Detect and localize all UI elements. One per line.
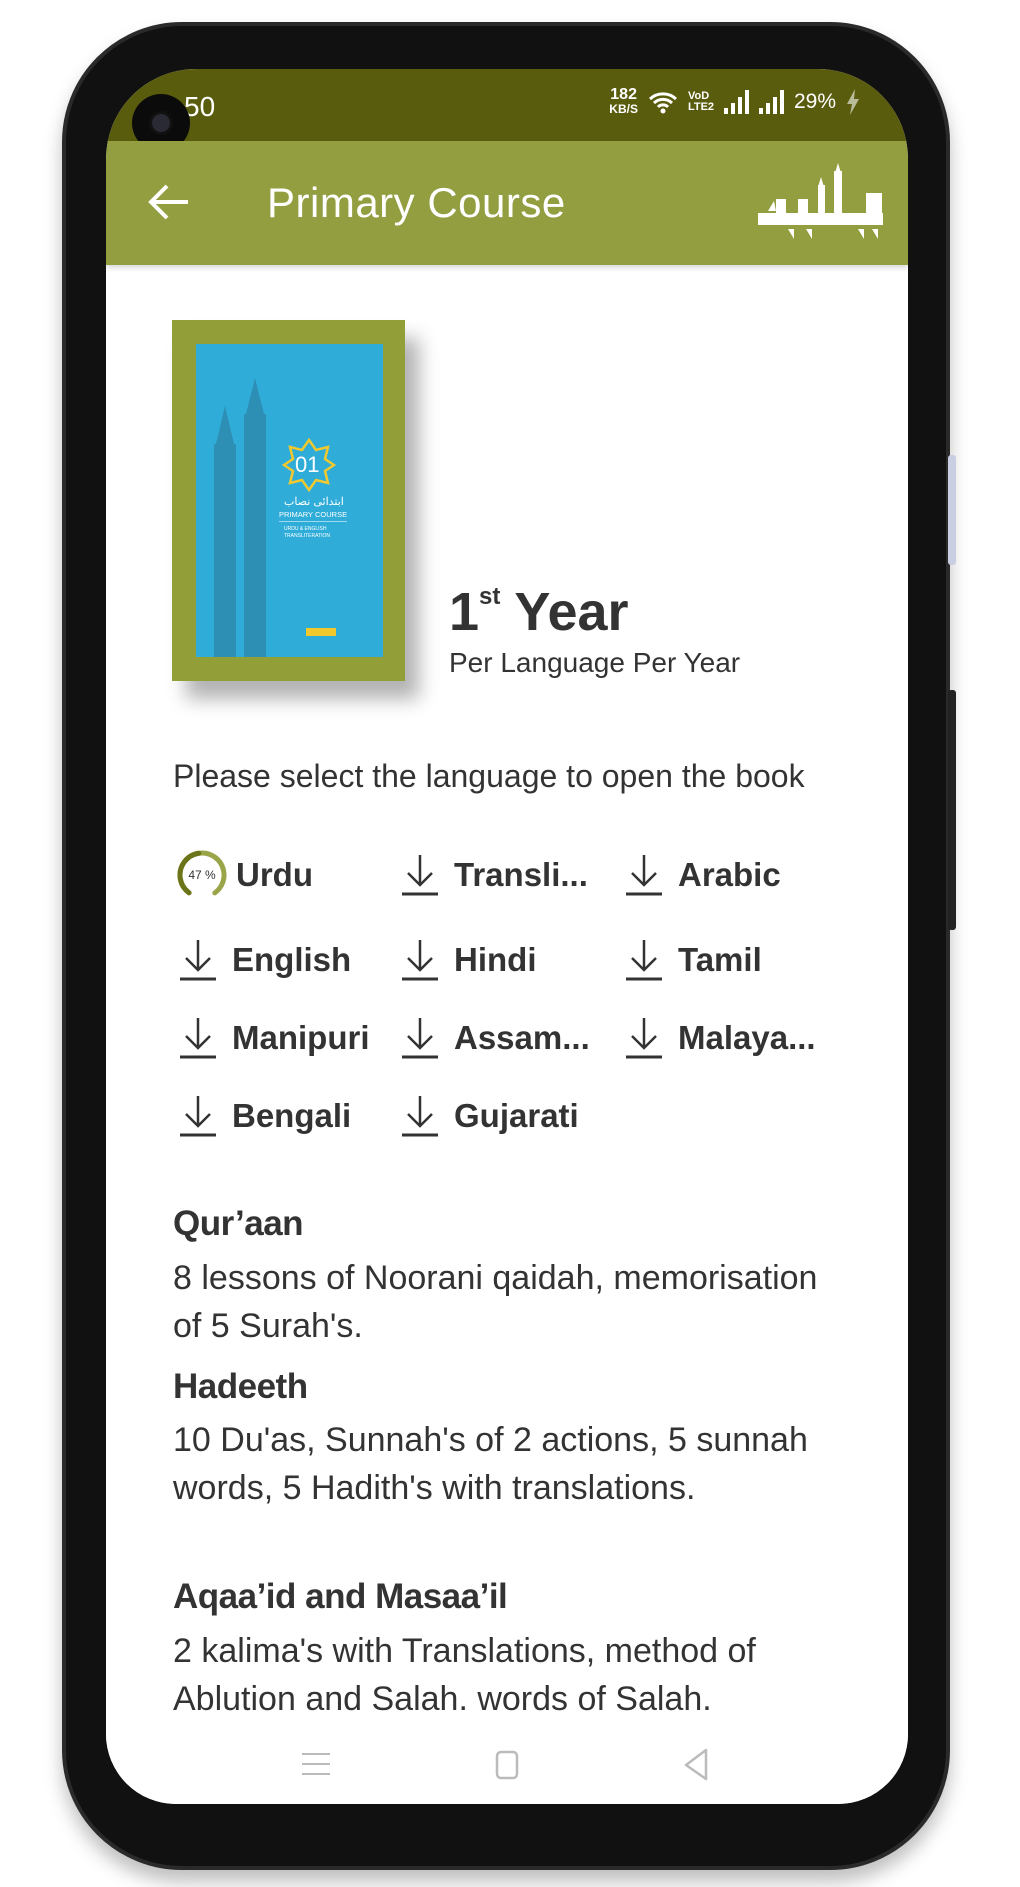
book-cover-art: 01 ابتدائی نصاب PRIMARY COURSE URDU & EN… — [196, 344, 383, 657]
download-icon — [180, 1018, 216, 1059]
language-hindi[interactable]: Hindi — [400, 935, 536, 985]
screen: 50 182 KB/S VoD LTE2 29% Primary Course 0… — [106, 69, 908, 1804]
download-progress-ring: 47 % — [177, 850, 227, 900]
language-label: Manipuri — [232, 1019, 370, 1056]
section-body-aqaaid: 2 kalima's with Translations, method of … — [173, 1632, 756, 1718]
year-suffix: st — [479, 583, 501, 610]
volume-button — [948, 455, 956, 565]
download-icon — [180, 1096, 216, 1137]
language-bengali[interactable]: Bengali — [178, 1091, 351, 1141]
app-bar: Primary Course — [106, 141, 908, 265]
language-manipuri[interactable]: Manipuri — [178, 1013, 370, 1063]
progress-label: 47 % — [188, 868, 216, 882]
cover-subtitle: URDU & ENGLISH TRANSLITERATION — [284, 526, 331, 539]
diniyat-logo — [758, 163, 883, 239]
volte-icon: VoD LTE2 — [687, 90, 715, 113]
back-arrow-icon[interactable] — [146, 179, 192, 225]
language-label: Malaya... — [678, 1019, 816, 1056]
book-cover[interactable]: 01 ابتدائی نصاب PRIMARY COURSE URDU & EN… — [172, 320, 405, 681]
language-label: Tamil — [678, 941, 762, 978]
language-arabic[interactable]: Arabic — [624, 850, 781, 900]
cover-logo — [306, 628, 336, 636]
language-transli[interactable]: Transli... — [400, 850, 588, 900]
status-bar: 50 182 KB/S VoD LTE2 29% — [106, 69, 908, 141]
wifi-icon — [648, 92, 677, 114]
download-icon — [402, 855, 438, 896]
download-icon — [402, 940, 438, 981]
language-label: Bengali — [232, 1097, 352, 1134]
cover-title: PRIMARY COURSE — [279, 510, 348, 522]
power-button — [948, 690, 956, 930]
net-speed-unit: KB/S — [609, 102, 638, 116]
language-label: Urdu — [236, 856, 313, 893]
language-label: Gujarati — [454, 1097, 579, 1134]
language-label: Hindi — [454, 941, 537, 978]
cover-number: 01 — [295, 452, 320, 477]
language-gujarati[interactable]: Gujarati — [400, 1091, 579, 1141]
battery-percent: 29% — [793, 90, 836, 113]
language-prompt: Please select the language to open the b… — [173, 758, 805, 794]
charging-icon — [847, 89, 859, 115]
download-icon — [402, 1018, 438, 1059]
download-icon — [626, 1018, 662, 1059]
price-note: Per Language Per Year — [449, 647, 741, 678]
download-icon — [180, 940, 216, 981]
download-icon — [626, 940, 662, 981]
year-title: 1st Year — [449, 581, 629, 643]
signal-icon-1 — [723, 90, 749, 114]
year-number: 1 — [449, 582, 480, 642]
download-icon — [402, 1096, 438, 1137]
section-heading-hadeeth: Hadeeth — [173, 1367, 308, 1406]
net-speed-value: 182 — [610, 86, 637, 103]
cover-urdu-title: ابتدائی نصاب — [284, 496, 344, 508]
language-malaya[interactable]: Malaya... — [624, 1013, 816, 1063]
back-nav-icon[interactable] — [678, 1744, 718, 1784]
section-heading-quraan: Qur’aan — [173, 1204, 304, 1243]
page-title: Primary Course — [267, 179, 566, 226]
section-heading-aqaaid: Aqaa’id and Masaa’il — [173, 1577, 508, 1616]
download-icon — [626, 855, 662, 896]
language-label: Assam... — [454, 1019, 590, 1056]
signal-icon-2 — [758, 90, 784, 114]
language-urdu[interactable]: 47 % Urdu — [177, 850, 313, 900]
language-label: English — [232, 941, 352, 978]
section-body-quraan: 8 lessons of Noorani qaidah, memorisatio… — [173, 1259, 818, 1345]
language-label: Arabic — [678, 856, 781, 893]
recent-apps-icon[interactable] — [296, 1744, 336, 1784]
language-label: Transli... — [454, 856, 588, 893]
language-tamil[interactable]: Tamil — [624, 935, 762, 985]
section-body-hadeeth: 10 Du'as, Sunnah's of 2 actions, 5 sunna… — [173, 1421, 808, 1507]
language-english[interactable]: English — [178, 935, 351, 985]
year-word: Year — [514, 582, 629, 642]
net-speed: 182 KB/S — [609, 87, 638, 117]
home-icon[interactable] — [487, 1744, 527, 1784]
language-assam[interactable]: Assam... — [400, 1013, 590, 1063]
